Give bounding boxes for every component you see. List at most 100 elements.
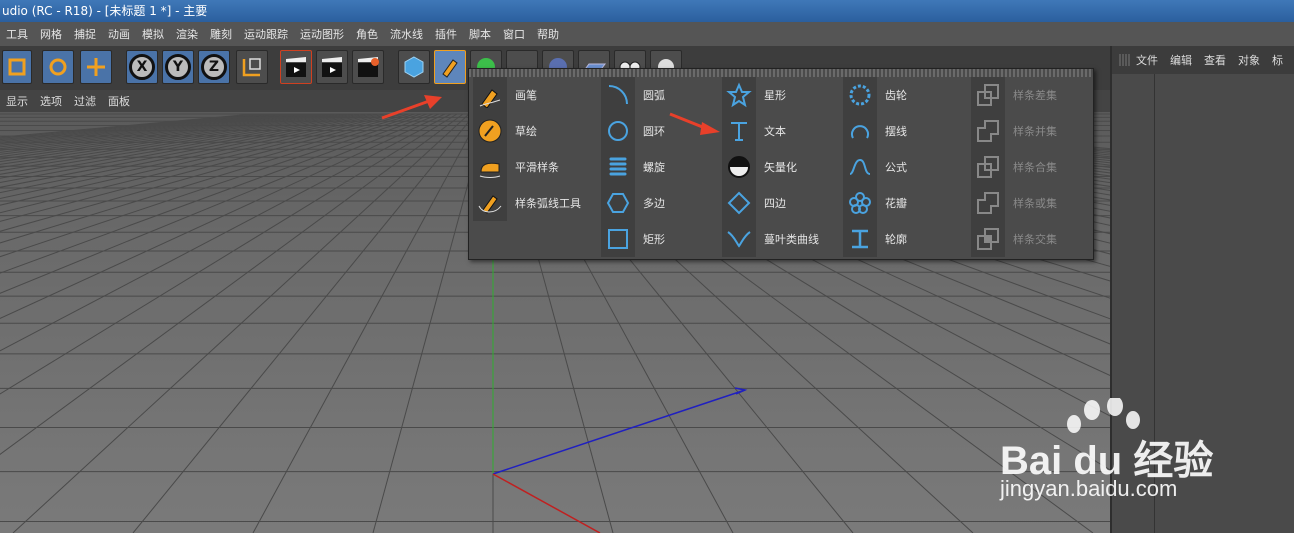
scale-icon: [8, 58, 26, 76]
coordinate-system-button[interactable]: [236, 50, 268, 84]
viewport-menu-options[interactable]: 选项: [34, 93, 68, 109]
menu-item-spline-and[interactable]: 样条合集: [971, 149, 1089, 185]
coordinate-system-icon: [242, 58, 261, 77]
spline-primitives-column-1: 圆弧 圆环 螺旋 多边 矩形: [601, 77, 719, 257]
menu-item-formula[interactable]: 公式: [843, 149, 961, 185]
menu-item-profile[interactable]: 轮廓: [843, 221, 961, 257]
spline-tools-column: 画笔 草绘 平滑样条 样条弧线工具: [473, 77, 591, 221]
menu-item-smooth-spline[interactable]: 平滑样条: [473, 149, 591, 185]
menu-tools[interactable]: 工具: [0, 26, 34, 42]
om-menu-objects[interactable]: 对象: [1232, 52, 1266, 68]
menu-item-text[interactable]: 文本: [722, 113, 840, 149]
y-axis-button[interactable]: Y: [162, 50, 194, 84]
x-axis-icon: X: [129, 54, 155, 80]
spline-or-icon: [971, 185, 1005, 221]
z-axis-line: [492, 389, 746, 475]
menu-script[interactable]: 脚本: [463, 26, 497, 42]
menu-item-spline-arc-tool[interactable]: 样条弧线工具: [473, 185, 591, 221]
diamond-icon: [722, 185, 756, 221]
menu-plugins[interactable]: 插件: [429, 26, 463, 42]
circle-icon: [601, 113, 635, 149]
smooth-iron-icon: [473, 149, 507, 185]
spline-intersect-icon: [971, 221, 1005, 257]
menu-item-4-side[interactable]: 四边: [722, 185, 840, 221]
star-icon: [722, 77, 756, 113]
main-menu-bar: 工具 网格 捕捉 动画 模拟 渲染 雕刻 运动跟踪 运动图形 角色 流水线 插件…: [0, 22, 1294, 46]
z-axis-button[interactable]: Z: [198, 50, 230, 84]
clapper-icon: [286, 57, 306, 77]
spline-popup-menu: 画笔 草绘 平滑样条 样条弧线工具 圆弧 圆环 螺旋 多边 矩形 星形 文本 矢…: [468, 68, 1094, 260]
cube-icon: [404, 56, 424, 78]
menu-mesh[interactable]: 网格: [34, 26, 68, 42]
menu-sculpt[interactable]: 雕刻: [204, 26, 238, 42]
viewport-menu-filter[interactable]: 过滤: [68, 93, 102, 109]
hexagon-icon: [601, 185, 635, 221]
menu-item-polygon[interactable]: 多边: [601, 185, 719, 221]
window-title-bar: udio (RC - R18) - [未标题 1 *] - 主要: [0, 0, 1294, 22]
move-icon: [87, 58, 105, 76]
menu-item-rectangle[interactable]: 矩形: [601, 221, 719, 257]
cogwheel-icon: [843, 77, 877, 113]
menu-item-cogwheel[interactable]: 齿轮: [843, 77, 961, 113]
menu-snap[interactable]: 捕捉: [68, 26, 102, 42]
pen-icon: [442, 59, 458, 78]
menu-animate[interactable]: 动画: [102, 26, 136, 42]
menu-item-cycloid[interactable]: 摆线: [843, 113, 961, 149]
menu-item-spline-intersect[interactable]: 样条交集: [971, 221, 1089, 257]
text-icon: [722, 113, 756, 149]
popup-grip[interactable]: [469, 69, 1093, 77]
sketch-icon: [473, 113, 507, 149]
render-settings-button[interactable]: [352, 50, 384, 84]
y-axis-icon: Y: [165, 54, 191, 80]
om-menu-tags[interactable]: 标: [1266, 52, 1289, 68]
watermark-url: jingyan.baidu.com: [1000, 476, 1178, 501]
menu-item-vectorizer[interactable]: 矢量化: [722, 149, 840, 185]
menu-item-spline-subtract[interactable]: 样条差集: [971, 77, 1089, 113]
x-axis-button[interactable]: X: [126, 50, 158, 84]
om-menu-edit[interactable]: 编辑: [1164, 52, 1198, 68]
menu-help[interactable]: 帮助: [531, 26, 565, 42]
cissoid-icon: [722, 221, 756, 257]
om-menu-view[interactable]: 查看: [1198, 52, 1232, 68]
menu-item-flower[interactable]: 花瓣: [843, 185, 961, 221]
menu-pipeline[interactable]: 流水线: [384, 26, 429, 42]
viewport-menu-display[interactable]: 显示: [0, 93, 34, 109]
z-axis-icon: Z: [201, 54, 227, 80]
menu-item-helix[interactable]: 螺旋: [601, 149, 719, 185]
spline-primitives-column-2: 星形 文本 矢量化 四边 蔓叶类曲线: [722, 77, 840, 257]
render-view-button[interactable]: [316, 50, 348, 84]
grip-icon: [1119, 54, 1130, 66]
menu-item-cissoid[interactable]: 蔓叶类曲线: [722, 221, 840, 257]
spline-and-icon: [971, 149, 1005, 185]
vectorizer-icon: [722, 149, 756, 185]
menu-item-star[interactable]: 星形: [722, 77, 840, 113]
menu-simulate[interactable]: 模拟: [136, 26, 170, 42]
helix-icon: [601, 149, 635, 185]
scale-tool-button[interactable]: [2, 50, 32, 84]
menu-motion-tracking[interactable]: 运动跟踪: [238, 26, 294, 42]
arc-icon: [601, 77, 635, 113]
menu-item-spline-or[interactable]: 样条或集: [971, 185, 1089, 221]
menu-mograph[interactable]: 运动图形: [294, 26, 350, 42]
clapper-icon: [322, 57, 342, 77]
annotation-arrow-text: [669, 112, 720, 135]
menu-item-spline-union[interactable]: 样条并集: [971, 113, 1089, 149]
render-region-button[interactable]: [280, 50, 312, 84]
rotate-tool-button[interactable]: [42, 50, 74, 84]
om-menu-file[interactable]: 文件: [1130, 52, 1164, 68]
annotation-arrow-toolbar: [381, 95, 442, 120]
cube-button[interactable]: [398, 50, 430, 84]
viewport-menu-panel[interactable]: 面板: [102, 93, 136, 109]
move-tool-button[interactable]: [80, 50, 112, 84]
menu-item-pen[interactable]: 画笔: [473, 77, 591, 113]
menu-window[interactable]: 窗口: [497, 26, 531, 42]
formula-icon: [843, 149, 877, 185]
menu-character[interactable]: 角色: [350, 26, 384, 42]
menu-item-sketch[interactable]: 草绘: [473, 113, 591, 149]
baidu-watermark: Bai du 经验 jingyan.baidu.com: [1000, 398, 1230, 508]
menu-render[interactable]: 渲染: [170, 26, 204, 42]
spline-pen-button[interactable]: [434, 50, 466, 84]
x-axis-line: [492, 473, 601, 533]
profile-icon: [843, 221, 877, 257]
menu-item-arc[interactable]: 圆弧: [601, 77, 719, 113]
